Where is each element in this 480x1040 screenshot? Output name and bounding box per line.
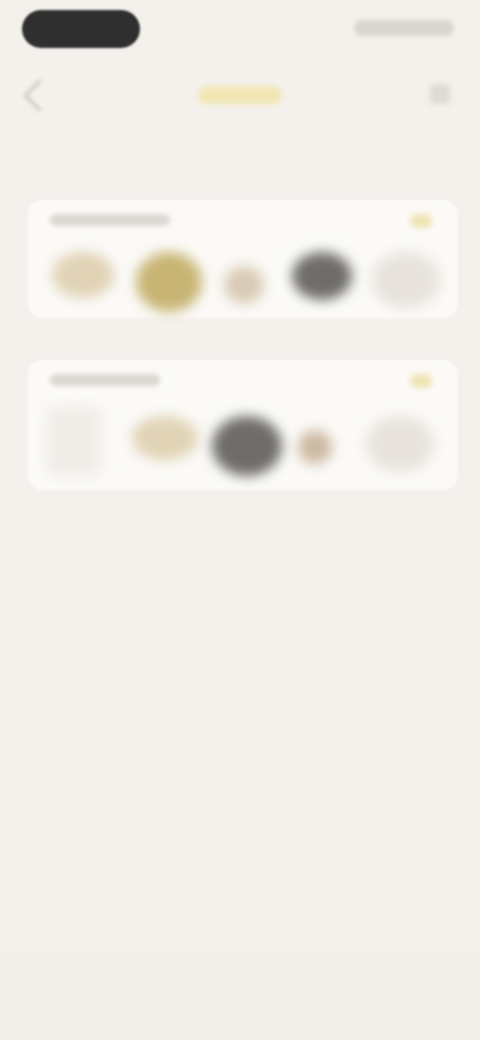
menu-icon[interactable] (430, 84, 450, 104)
dark-object-icon[interactable] (212, 416, 282, 476)
card-label (50, 214, 170, 226)
brand-logo (198, 86, 282, 104)
card-accent-icon (410, 214, 432, 228)
time-pill (22, 10, 140, 48)
back-icon[interactable] (23, 79, 56, 112)
system-status-icons (354, 20, 454, 36)
product-card-1[interactable] (28, 200, 458, 318)
light-object-icon[interactable] (372, 252, 440, 308)
brown-object-icon[interactable] (298, 430, 332, 464)
light-panel-icon[interactable] (46, 406, 102, 476)
tan-object-icon[interactable] (132, 416, 198, 460)
empty-content-area (0, 600, 480, 1040)
beige-object-icon[interactable] (224, 266, 264, 304)
tan-object-icon[interactable] (52, 252, 114, 298)
card-accent-icon (410, 374, 432, 388)
card-label (50, 374, 160, 386)
dark-object-icon[interactable] (292, 252, 352, 300)
page-title (24, 150, 324, 182)
top-app-bar (0, 70, 480, 120)
gold-object-icon[interactable] (136, 252, 202, 312)
product-card-2[interactable] (28, 360, 458, 490)
light-object-icon[interactable] (366, 416, 434, 472)
status-bar (0, 0, 480, 60)
